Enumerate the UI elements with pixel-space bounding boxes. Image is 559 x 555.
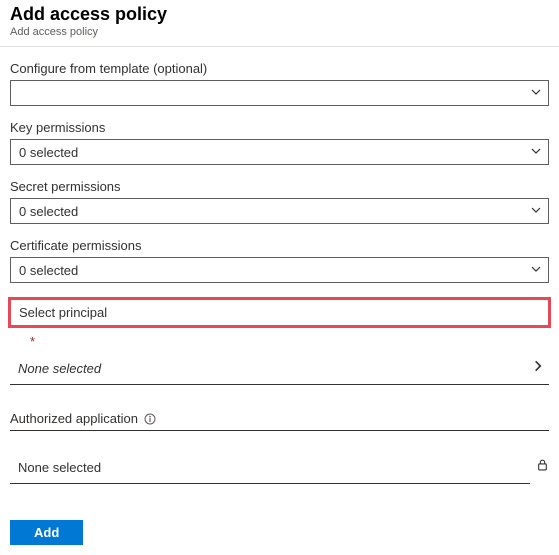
authorized-application-section: Authorized application None selected — [10, 411, 549, 484]
chevron-down-icon — [530, 204, 542, 219]
info-icon[interactable] — [144, 413, 156, 425]
secret-permissions-field: Secret permissions 0 selected — [10, 179, 549, 224]
template-field: Configure from template (optional) — [10, 61, 549, 106]
add-button[interactable]: Add — [10, 520, 83, 545]
certificate-permissions-select[interactable]: 0 selected — [10, 257, 549, 283]
secret-permissions-select[interactable]: 0 selected — [10, 198, 549, 224]
select-principal-highlight: Select principal — [8, 297, 551, 328]
certificate-permissions-field: Certificate permissions 0 selected — [10, 238, 549, 283]
chevron-down-icon — [530, 263, 542, 278]
lock-icon — [530, 458, 549, 482]
chevron-down-icon — [530, 145, 542, 160]
page-subtitle: Add access policy — [10, 26, 549, 38]
secret-permissions-value: 0 selected — [19, 204, 78, 219]
key-permissions-field: Key permissions 0 selected — [10, 120, 549, 165]
template-label: Configure from template (optional) — [10, 61, 549, 76]
principal-value: None selected — [18, 361, 101, 376]
select-principal-picker[interactable]: None selected — [10, 353, 549, 385]
key-permissions-value: 0 selected — [19, 145, 78, 160]
key-permissions-label: Key permissions — [10, 120, 549, 135]
page-header: Add access policy Add access policy — [0, 0, 559, 47]
select-principal-label: Select principal — [19, 305, 540, 320]
certificate-permissions-label: Certificate permissions — [10, 238, 549, 253]
authorized-application-picker[interactable]: None selected — [10, 453, 530, 484]
chevron-right-icon — [531, 359, 545, 378]
chevron-down-icon — [530, 86, 542, 101]
page-title: Add access policy — [10, 4, 549, 25]
authorized-application-label-row: Authorized application — [10, 411, 549, 431]
authorized-application-value: None selected — [18, 460, 101, 475]
certificate-permissions-value: 0 selected — [19, 263, 78, 278]
template-select[interactable] — [10, 80, 549, 106]
authorized-application-label: Authorized application — [10, 411, 138, 426]
required-indicator: * — [30, 334, 549, 349]
secret-permissions-label: Secret permissions — [10, 179, 549, 194]
key-permissions-select[interactable]: 0 selected — [10, 139, 549, 165]
form-content: Configure from template (optional) Key p… — [0, 47, 559, 555]
